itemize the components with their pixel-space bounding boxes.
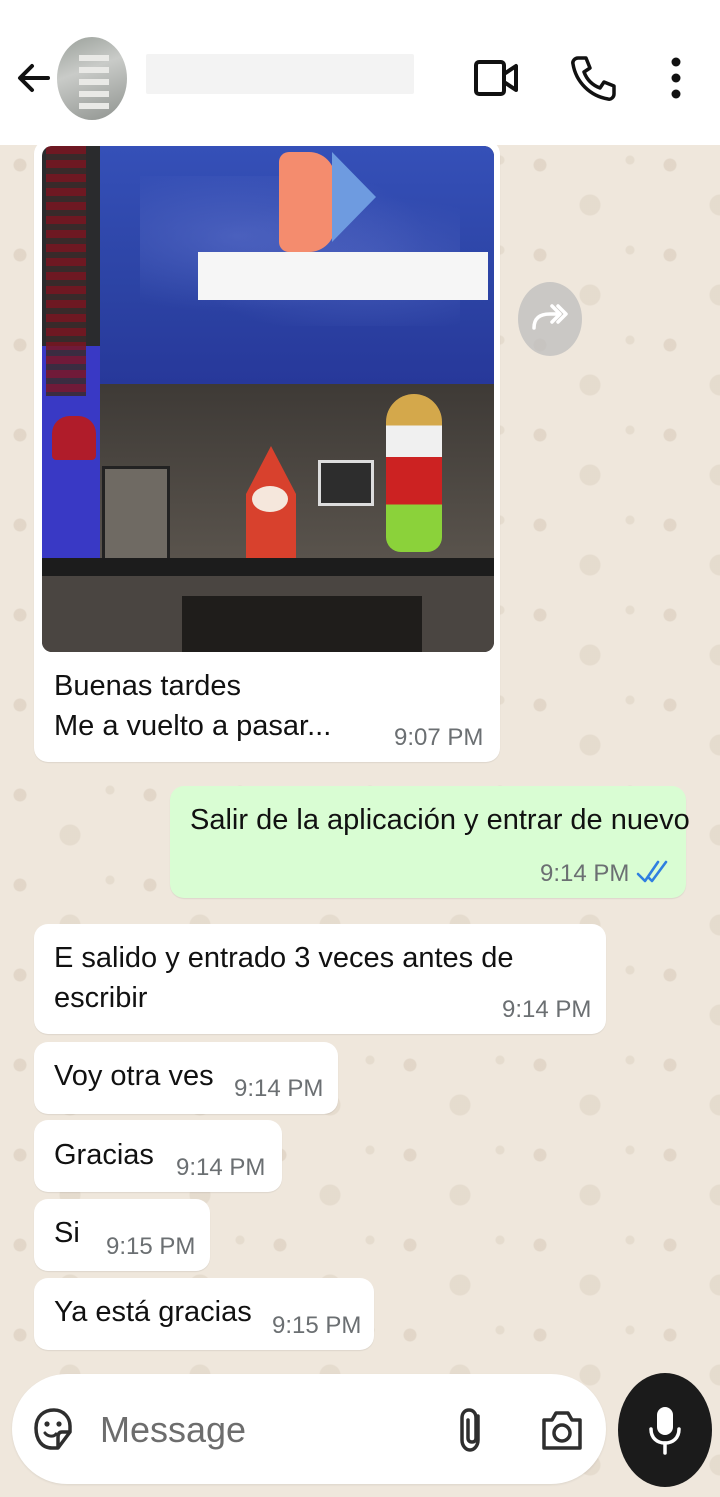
message-photo[interactable] xyxy=(42,146,494,652)
camera-icon xyxy=(542,1411,582,1450)
read-receipt-icon xyxy=(636,860,668,883)
camera-button[interactable] xyxy=(538,1404,586,1456)
message-text: Salir de la aplicación y entrar de nuevo xyxy=(190,804,690,836)
sticker-icon xyxy=(34,1408,72,1450)
elf-figure xyxy=(386,394,442,552)
attach-button[interactable] xyxy=(448,1404,496,1456)
message-bubble-incoming[interactable]: Gracias 9:14 PM xyxy=(34,1120,282,1192)
message-text: Me a vuelto a pasar... xyxy=(54,710,332,742)
message-bubble-incoming[interactable]: Ya está gracias 9:15 PM xyxy=(34,1278,374,1350)
message-text: E salido y entrado 3 veces antes de xyxy=(54,942,514,974)
message-text: Ya está gracias xyxy=(54,1296,252,1328)
contact-avatar[interactable] xyxy=(57,37,127,120)
message-text: Voy otra ves xyxy=(54,1060,214,1092)
message-time: 9:07 PM xyxy=(394,724,484,751)
contact-name[interactable] xyxy=(146,54,414,94)
forward-button[interactable] xyxy=(518,282,582,356)
message-text: Gracias xyxy=(54,1139,154,1171)
message-time: 9:15 PM xyxy=(106,1233,196,1260)
back-arrow-icon xyxy=(18,64,50,92)
message-bubble-outgoing[interactable]: Salir de la aplicación y entrar de nuevo… xyxy=(170,786,690,898)
message-text: escribir xyxy=(54,982,148,1014)
message-input[interactable] xyxy=(98,1404,442,1456)
chat-header xyxy=(0,0,720,145)
more-options-button[interactable] xyxy=(652,52,700,104)
attach-icon xyxy=(460,1408,480,1452)
redaction-bar xyxy=(198,252,488,300)
video-call-icon xyxy=(474,60,518,96)
message-bubble-incoming[interactable]: Voy otra ves 9:14 PM xyxy=(34,1042,338,1114)
message-text: Buenas tardes xyxy=(54,670,242,702)
voice-message-button[interactable] xyxy=(618,1373,712,1487)
play-logo-icon xyxy=(279,152,335,252)
message-time: 9:15 PM xyxy=(272,1312,362,1339)
message-time: 9:14 PM xyxy=(540,860,630,887)
message-text: Si xyxy=(54,1217,80,1249)
message-bubble-incoming[interactable]: Buenas tardes Me a vuelto a pasar... 9:0… xyxy=(34,140,500,762)
mic-icon xyxy=(649,1407,681,1455)
back-button[interactable] xyxy=(14,58,54,98)
message-bubble-incoming[interactable]: E salido y entrado 3 veces antes de escr… xyxy=(34,924,606,1034)
message-time: 9:14 PM xyxy=(234,1075,324,1102)
message-composer xyxy=(12,1374,606,1484)
phone-call-icon xyxy=(571,56,616,101)
forward-icon xyxy=(532,304,568,330)
video-call-button[interactable] xyxy=(472,52,520,104)
more-vert-icon xyxy=(671,57,681,99)
sticker-button[interactable] xyxy=(28,1404,76,1456)
voice-call-button[interactable] xyxy=(568,52,616,104)
message-time: 9:14 PM xyxy=(176,1154,266,1181)
message-bubble-incoming[interactable]: Si 9:15 PM xyxy=(34,1199,210,1271)
message-time: 9:14 PM xyxy=(502,996,592,1023)
